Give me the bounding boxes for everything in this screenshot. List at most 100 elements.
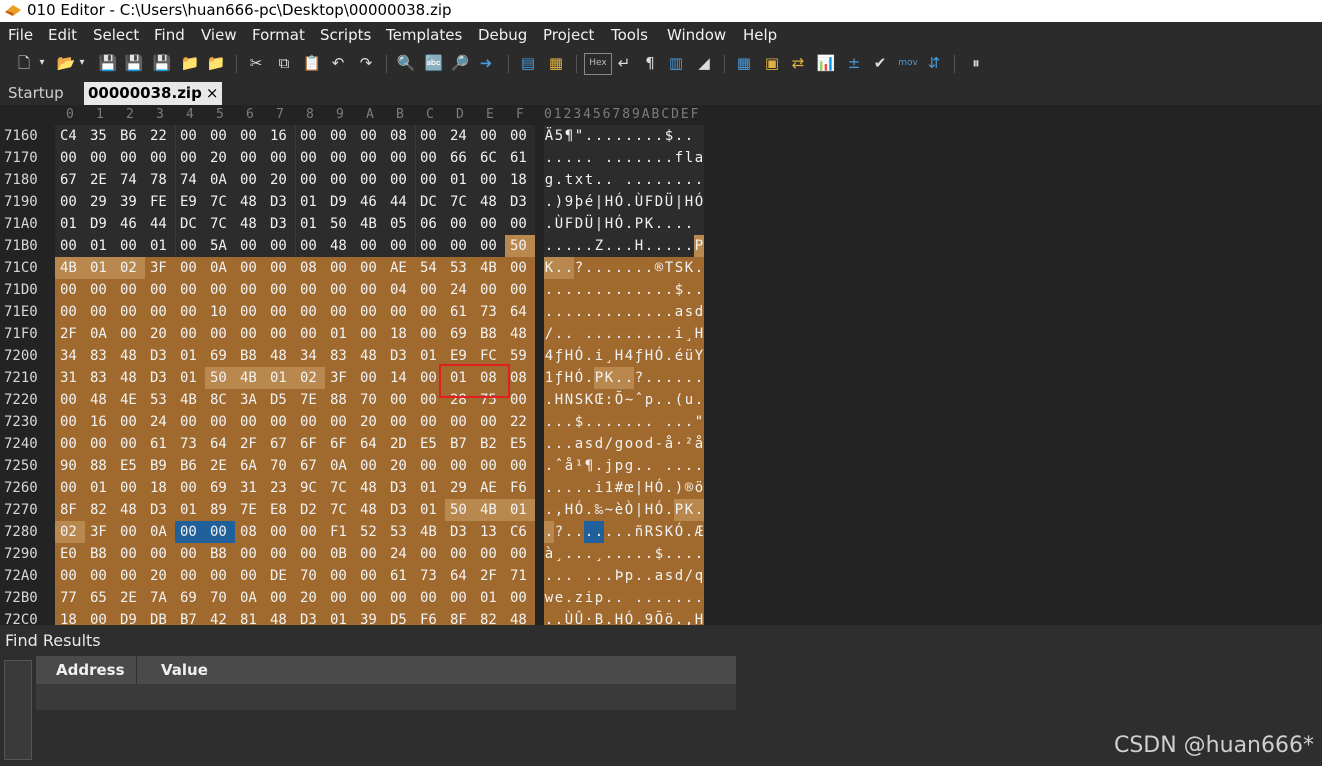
hex-byte[interactable]: 00: [175, 147, 205, 169]
checksum-icon[interactable]: ±: [844, 53, 864, 73]
hex-byte[interactable]: 0A: [205, 257, 235, 279]
hex-byte[interactable]: 00: [355, 455, 385, 477]
ascii-char[interactable]: .: [584, 323, 594, 345]
ascii-char[interactable]: ¶: [564, 125, 574, 147]
ascii-char[interactable]: d: [694, 301, 704, 323]
hex-byte[interactable]: E5: [415, 433, 445, 455]
menu-view[interactable]: View: [201, 26, 237, 44]
ascii-char[interactable]: |: [674, 191, 684, 213]
ascii-char[interactable]: g: [544, 169, 554, 191]
ascii-char[interactable]: .: [654, 323, 664, 345]
ascii-char[interactable]: K: [684, 499, 694, 521]
ascii-char[interactable]: .: [554, 257, 564, 279]
ascii-char[interactable]: .: [644, 565, 654, 587]
hex-byte[interactable]: 69: [175, 587, 205, 609]
hex-byte[interactable]: E8: [265, 499, 295, 521]
ascii-char[interactable]: H: [644, 499, 654, 521]
hex-byte[interactable]: 00: [505, 587, 535, 609]
ascii-char[interactable]: .: [684, 213, 694, 235]
hex-byte[interactable]: 01: [265, 367, 295, 389]
hex-byte[interactable]: F6: [415, 609, 445, 625]
hex-byte[interactable]: 00: [295, 279, 325, 301]
hex-byte[interactable]: 00: [385, 389, 415, 411]
ascii-char[interactable]: .: [584, 521, 594, 543]
hex-byte[interactable]: 69: [205, 345, 235, 367]
ascii-char[interactable]: .: [604, 609, 614, 625]
ascii-char[interactable]: H: [564, 499, 574, 521]
hex-byte[interactable]: 00: [265, 235, 295, 257]
ascii-char[interactable]: .: [644, 125, 654, 147]
hex-byte[interactable]: 01: [85, 477, 115, 499]
ascii-char[interactable]: Ù: [634, 191, 644, 213]
hex-byte[interactable]: 70: [355, 389, 385, 411]
ascii-char[interactable]: /: [544, 323, 554, 345]
ascii-char[interactable]: è: [614, 499, 624, 521]
ascii-char[interactable]: H: [554, 389, 564, 411]
hex-byte[interactable]: 35: [85, 125, 115, 147]
hex-byte[interactable]: 24: [145, 411, 175, 433]
ascii-char[interactable]: .: [674, 213, 684, 235]
new-dropdown-icon[interactable]: ▾: [36, 53, 48, 73]
hex-byte[interactable]: 00: [445, 543, 475, 565]
ascii-char[interactable]: [594, 147, 604, 169]
ascii-char[interactable]: .: [654, 169, 664, 191]
ascii-char[interactable]: .: [634, 543, 644, 565]
hex-byte[interactable]: 00: [85, 279, 115, 301]
hex-byte[interactable]: 50: [205, 367, 235, 389]
hex-byte[interactable]: 24: [385, 543, 415, 565]
hex-byte[interactable]: 00: [475, 411, 505, 433]
hex-byte[interactable]: E0: [55, 543, 85, 565]
ascii-char[interactable]: .: [584, 147, 594, 169]
hex-byte[interactable]: 8F: [55, 499, 85, 521]
hex-byte[interactable]: 00: [445, 235, 475, 257]
open-dropdown-icon[interactable]: ▾: [76, 53, 88, 73]
ascii-char[interactable]: .: [594, 455, 604, 477]
hex-byte[interactable]: 8F: [445, 609, 475, 625]
hex-byte[interactable]: 24: [445, 279, 475, 301]
ascii-char[interactable]: j: [604, 455, 614, 477]
ascii-char[interactable]: Ò: [624, 499, 634, 521]
ascii-char[interactable]: .: [694, 367, 704, 389]
hex-byte[interactable]: 00: [415, 147, 445, 169]
ascii-char[interactable]: .: [614, 521, 624, 543]
ascii-char[interactable]: .: [544, 499, 554, 521]
hex-byte[interactable]: 00: [385, 147, 415, 169]
ascii-char[interactable]: ": [694, 411, 704, 433]
hex-byte[interactable]: 0A: [235, 587, 265, 609]
ascii-char[interactable]: ‚: [684, 609, 694, 625]
hex-byte[interactable]: 00: [295, 169, 325, 191]
hex-byte[interactable]: 00: [145, 279, 175, 301]
ascii-char[interactable]: .: [694, 499, 704, 521]
hex-byte[interactable]: 00: [475, 543, 505, 565]
tab-startup[interactable]: Startup: [4, 82, 68, 105]
hex-byte[interactable]: 18: [145, 477, 175, 499]
hex-byte[interactable]: 00: [145, 543, 175, 565]
ascii-char[interactable]: K: [644, 213, 654, 235]
ascii-char[interactable]: .: [664, 345, 674, 367]
ascii-char[interactable]: .: [614, 125, 624, 147]
close-tab-icon[interactable]: ×: [206, 84, 219, 102]
hex-byte[interactable]: 48: [115, 345, 145, 367]
hex-byte[interactable]: 61: [385, 565, 415, 587]
ascii-char[interactable]: .: [624, 411, 634, 433]
ascii-char[interactable]: .: [654, 213, 664, 235]
menu-tools[interactable]: Tools: [611, 26, 648, 44]
ascii-char[interactable]: .: [634, 169, 644, 191]
ascii-char[interactable]: .: [624, 169, 634, 191]
hex-byte[interactable]: 2E: [205, 455, 235, 477]
ascii-char[interactable]: .: [564, 543, 574, 565]
compare-icon[interactable]: ▤: [518, 53, 538, 73]
ascii-char[interactable]: .: [674, 455, 684, 477]
ascii-char[interactable]: .: [634, 565, 644, 587]
hex-byte[interactable]: 73: [475, 301, 505, 323]
columns-icon[interactable]: ▥: [666, 53, 686, 73]
bookmark-icon[interactable]: ▦: [546, 53, 566, 73]
hex-byte[interactable]: 00: [505, 125, 535, 147]
ascii-char[interactable]: .: [564, 257, 574, 279]
ascii-char[interactable]: p: [644, 389, 654, 411]
ascii-char[interactable]: K: [664, 521, 674, 543]
ascii-char[interactable]: Ü: [584, 213, 594, 235]
ascii-char[interactable]: (: [674, 389, 684, 411]
hex-byte[interactable]: 00: [295, 235, 325, 257]
ascii-char[interactable]: Æ: [694, 521, 704, 543]
